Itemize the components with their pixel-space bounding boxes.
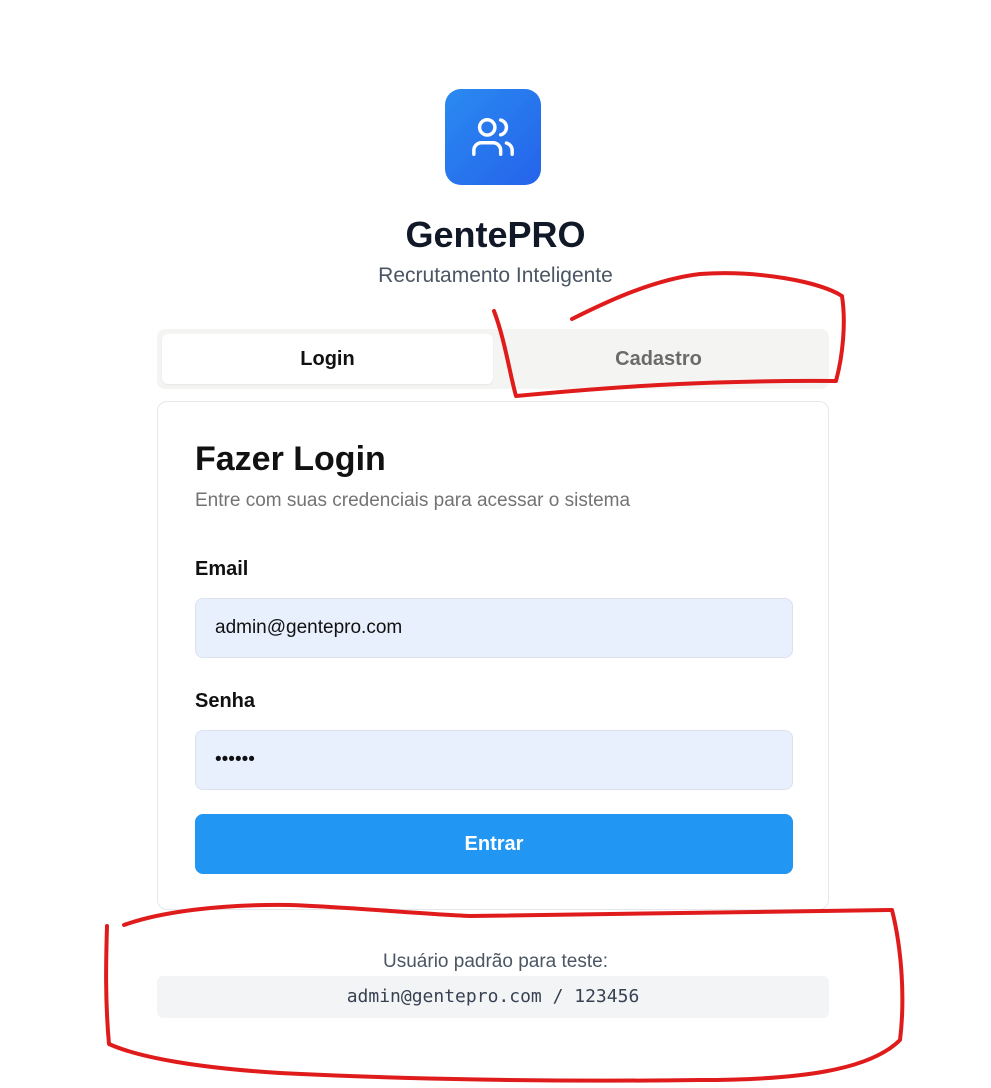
email-field[interactable] <box>195 598 793 658</box>
password-field[interactable] <box>195 730 793 790</box>
test-user-hint: Usuário padrão para teste: <box>383 951 608 972</box>
auth-tabs: Login Cadastro <box>157 329 829 389</box>
login-description: Entre com suas credenciais para acessar … <box>195 490 631 511</box>
users-icon <box>472 118 514 156</box>
password-label: Senha <box>195 690 256 712</box>
email-label: Email <box>195 558 249 580</box>
login-title: Fazer Login <box>195 440 386 478</box>
login-card: Fazer Login Entre com suas credenciais p… <box>157 401 829 910</box>
tab-login[interactable]: Login <box>162 334 493 384</box>
app-title: GentePRO <box>405 214 586 255</box>
login-submit-button[interactable]: Entrar <box>195 814 793 874</box>
test-credentials: admin@gentepro.com / 123456 <box>157 976 829 1018</box>
app-subtitle: Recrutamento Inteligente <box>378 264 613 287</box>
tab-cadastro[interactable]: Cadastro <box>493 334 824 384</box>
app-logo <box>445 89 541 185</box>
